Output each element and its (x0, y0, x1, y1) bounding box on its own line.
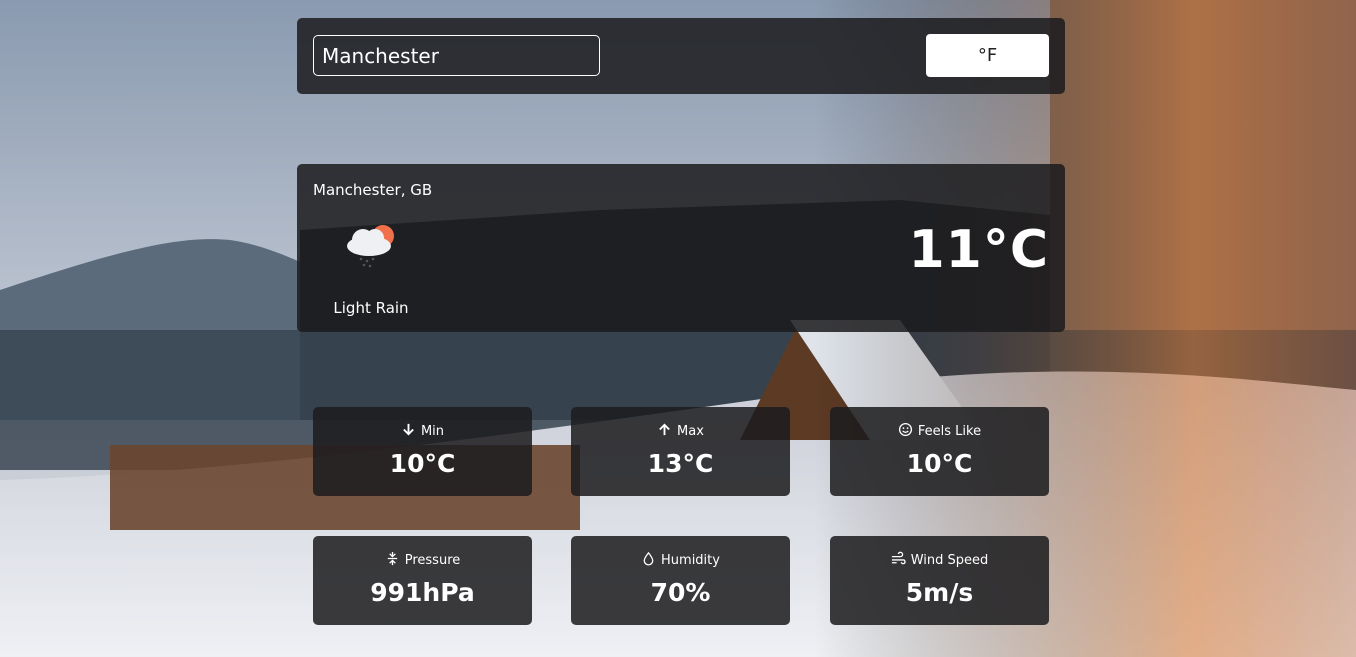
arrow-down-icon (401, 422, 416, 441)
droplet-icon (641, 551, 656, 570)
stat-label: Feels Like (917, 424, 982, 439)
stat-value: 13°C (647, 449, 714, 478)
condition-text: Light Rain (333, 299, 409, 317)
stat-label: Max (677, 424, 704, 439)
wind-icon (891, 551, 906, 570)
stat-label: Pressure (404, 553, 461, 568)
arrow-up-icon (657, 422, 672, 441)
cloud-rain-sun-icon (341, 220, 401, 270)
city-search-input[interactable] (313, 35, 600, 76)
location-label: Manchester, GB (313, 181, 433, 199)
stat-value: 991hPa (370, 578, 475, 607)
current-weather-card: Manchester, GB Light Rain 11°C (297, 164, 1065, 332)
stat-card-max: Max 13°C (571, 407, 790, 496)
stat-card-pressure: Pressure 991hPa (313, 536, 532, 625)
current-temperature: 11°C (908, 220, 1049, 280)
search-bar-panel: °F (297, 18, 1065, 94)
stat-value: 70% (650, 578, 711, 607)
smile-icon (898, 422, 913, 441)
stat-label: Humidity (661, 553, 720, 568)
stat-card-wind-speed: Wind Speed 5m/s (830, 536, 1049, 625)
stat-value: 10°C (906, 449, 973, 478)
compress-icon (385, 551, 400, 570)
stat-card-humidity: Humidity 70% (571, 536, 790, 625)
stat-label: Min (420, 424, 445, 439)
unit-toggle-button[interactable]: °F (926, 34, 1049, 77)
stat-value: 5m/s (905, 578, 974, 607)
stat-label: Wind Speed (910, 553, 989, 568)
stat-value: 10°C (389, 449, 456, 478)
stat-card-min: Min 10°C (313, 407, 532, 496)
stat-card-feels-like: Feels Like 10°C (830, 407, 1049, 496)
